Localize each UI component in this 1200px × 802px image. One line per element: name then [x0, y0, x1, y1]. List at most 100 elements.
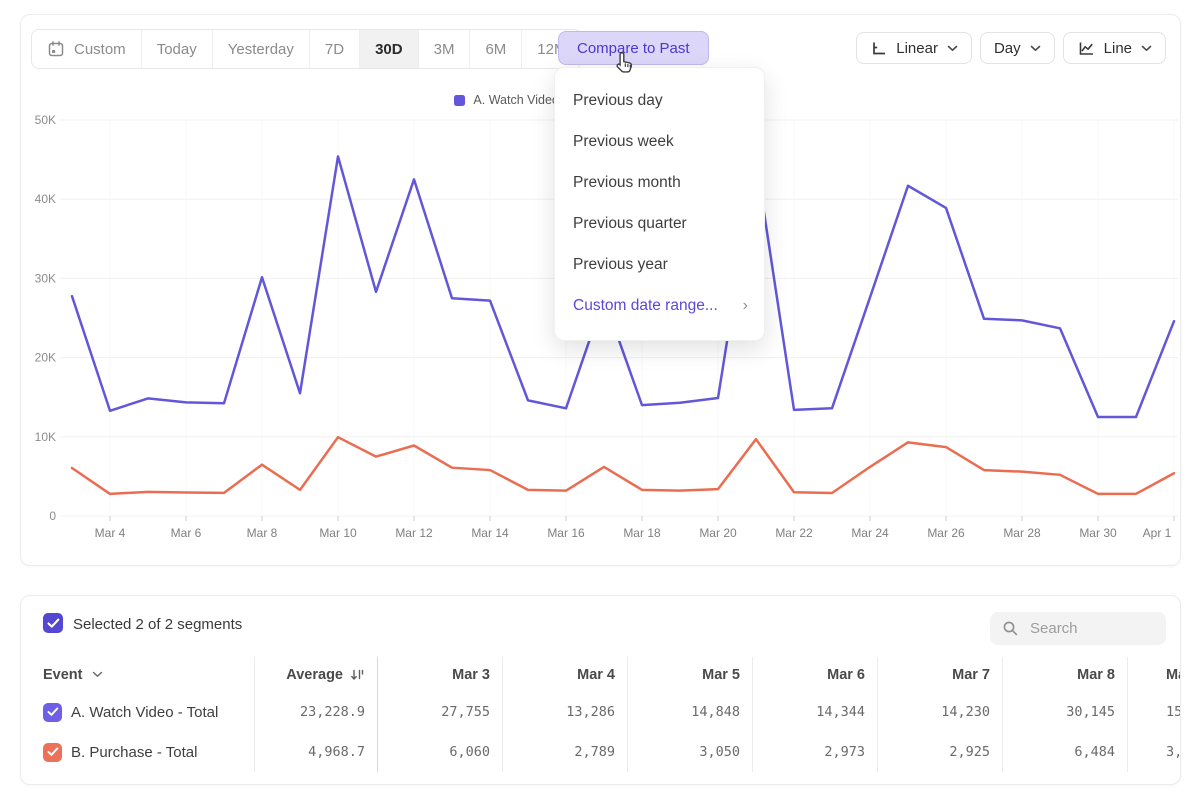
granularity-dropdown-button[interactable]: Day	[980, 32, 1055, 64]
date-range-option-label: 3M	[434, 41, 455, 58]
date-range-option-today[interactable]: Today	[142, 30, 213, 68]
date-range-option-label: 30D	[375, 41, 403, 58]
average-cell: 23,228.9	[255, 692, 378, 732]
average-value: 4,968.7	[308, 744, 365, 760]
cell-value: 13,286	[566, 704, 615, 720]
svg-text:20K: 20K	[35, 351, 56, 365]
value-cell-mar-4: 13,286	[503, 692, 628, 732]
table-row-b-purchase-total: B. Purchase - Total4,968.76,0602,7893,05…	[21, 732, 1180, 772]
svg-text:Mar 10: Mar 10	[319, 526, 357, 540]
cell-value-clipped: 15,	[1166, 704, 1180, 720]
chart-type-dropdown-button[interactable]: Line	[1063, 32, 1166, 64]
linear-axis-icon	[870, 40, 887, 57]
cell-value-clipped: 3,	[1166, 744, 1180, 760]
date-range-option-30d[interactable]: 30D	[360, 30, 419, 68]
menu-item-custom-date-range[interactable]: Custom date range...›	[555, 285, 764, 326]
cell-value: 14,344	[816, 704, 865, 720]
search-icon	[1002, 620, 1019, 637]
svg-text:40K: 40K	[35, 192, 56, 206]
chevron-down-icon	[947, 45, 958, 52]
segment-checkbox[interactable]	[43, 703, 62, 722]
line-chart-icon	[1077, 40, 1095, 57]
value-cell-mar-9: 3,	[1128, 732, 1180, 772]
svg-text:Mar 22: Mar 22	[775, 526, 813, 540]
column-header-mar-4[interactable]: Mar 4	[503, 657, 628, 692]
svg-text:Mar 26: Mar 26	[927, 526, 965, 540]
analytics-report-page: CustomTodayYesterday7D30D3M6M12M Compare…	[0, 0, 1200, 802]
menu-item-previous-week[interactable]: Previous week	[555, 121, 764, 162]
svg-text:30K: 30K	[35, 271, 56, 285]
svg-text:Mar 28: Mar 28	[1003, 526, 1041, 540]
menu-item-previous-quarter[interactable]: Previous quarter	[555, 203, 764, 244]
date-header-label: Mar 9	[1166, 667, 1180, 683]
svg-text:50K: 50K	[35, 113, 56, 127]
column-header-mar-6[interactable]: Mar 6	[753, 657, 878, 692]
menu-item-previous-year[interactable]: Previous year	[555, 244, 764, 285]
svg-text:Mar 24: Mar 24	[851, 526, 889, 540]
value-cell-mar-6: 14,344	[753, 692, 878, 732]
event-header-label: Event	[43, 667, 83, 683]
cell-value: 27,755	[441, 704, 490, 720]
date-range-option-6m[interactable]: 6M	[470, 30, 522, 68]
series-line-b-purchase-total	[72, 437, 1174, 494]
granularity-label: Day	[994, 40, 1021, 57]
check-icon	[47, 618, 60, 629]
date-header-label: Mar 6	[827, 667, 865, 683]
average-value: 23,228.9	[300, 704, 365, 720]
svg-text:0: 0	[49, 509, 56, 523]
cell-value: 30,145	[1066, 704, 1115, 720]
date-header-label: Mar 5	[702, 667, 740, 683]
chart-type-label: Line	[1104, 40, 1132, 57]
select-all-checkbox[interactable]	[43, 613, 63, 633]
date-range-option-7d[interactable]: 7D	[310, 30, 360, 68]
sort-descending-icon	[350, 668, 365, 682]
value-cell-mar-5: 3,050	[628, 732, 753, 772]
value-cell-mar-3: 6,060	[378, 732, 503, 772]
column-header-mar-5[interactable]: Mar 5	[628, 657, 753, 692]
search-input[interactable]	[1028, 619, 1147, 638]
segment-checkbox[interactable]	[43, 743, 62, 762]
event-cell: A. Watch Video - Total	[21, 692, 255, 732]
date-header-label: Mar 3	[452, 667, 490, 683]
column-header-average[interactable]: Average	[255, 657, 378, 692]
compare-to-past-button[interactable]: Compare to Past	[558, 31, 709, 65]
column-header-mar-3[interactable]: Mar 3	[378, 657, 503, 692]
cell-value: 3,050	[699, 744, 740, 760]
column-header-mar-7[interactable]: Mar 7	[878, 657, 1003, 692]
date-header-label: Mar 8	[1077, 667, 1115, 683]
cell-value: 2,925	[949, 744, 990, 760]
menu-item-previous-day[interactable]: Previous day	[555, 80, 764, 121]
svg-text:Mar 30: Mar 30	[1079, 526, 1117, 540]
column-header-mar-9[interactable]: Mar 9	[1128, 657, 1180, 692]
average-cell: 4,968.7	[255, 732, 378, 772]
segment-label: A. Watch Video - Total	[71, 704, 218, 721]
svg-text:Mar 6: Mar 6	[171, 526, 202, 540]
search-box[interactable]	[990, 612, 1166, 645]
date-range-option-label: Custom	[74, 41, 126, 58]
column-header-event[interactable]: Event	[21, 657, 255, 692]
svg-text:Mar 4: Mar 4	[95, 526, 126, 540]
cell-value: 14,848	[691, 704, 740, 720]
date-range-option-yesterday[interactable]: Yesterday	[213, 30, 310, 68]
svg-text:10K: 10K	[35, 430, 56, 444]
scale-dropdown-button[interactable]: Linear	[856, 32, 972, 64]
chevron-down-icon	[1141, 45, 1152, 52]
menu-item-previous-month[interactable]: Previous month	[555, 162, 764, 203]
svg-text:Mar 14: Mar 14	[471, 526, 509, 540]
compare-to-past-menu: Previous dayPrevious weekPrevious monthP…	[554, 67, 765, 341]
date-range-option-label: Today	[157, 41, 197, 58]
value-cell-mar-5: 14,848	[628, 692, 753, 732]
cell-value: 14,230	[941, 704, 990, 720]
date-range-option-label: 6M	[485, 41, 506, 58]
date-range-option-custom[interactable]: Custom	[32, 30, 142, 68]
date-range-option-3m[interactable]: 3M	[419, 30, 471, 68]
legend-swatch	[454, 95, 465, 106]
segment-label: B. Purchase - Total	[71, 744, 197, 761]
column-header-mar-8[interactable]: Mar 8	[1003, 657, 1128, 692]
date-range-option-label: 7D	[325, 41, 344, 58]
value-cell-mar-3: 27,755	[378, 692, 503, 732]
compare-to-past-label: Compare to Past	[577, 40, 690, 57]
value-cell-mar-7: 14,230	[878, 692, 1003, 732]
date-header-label: Mar 4	[577, 667, 615, 683]
value-cell-mar-8: 30,145	[1003, 692, 1128, 732]
